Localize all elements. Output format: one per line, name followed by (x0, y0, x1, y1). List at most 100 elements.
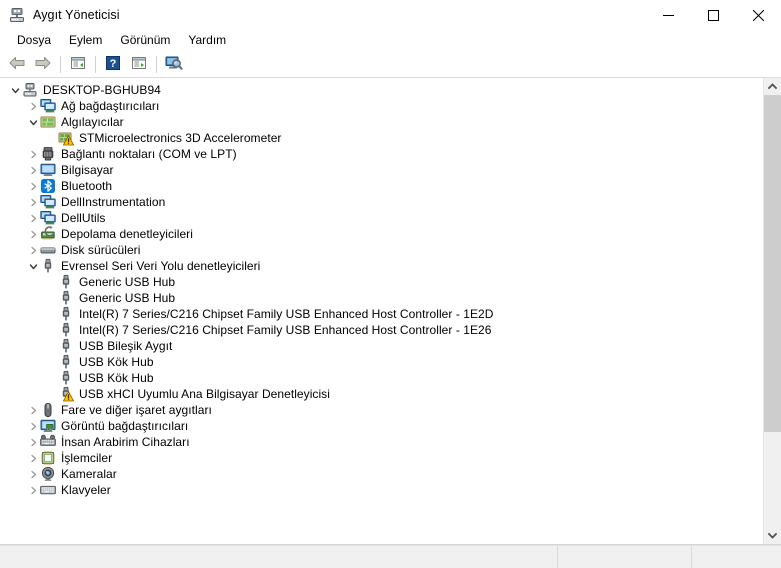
camera-icon (40, 466, 56, 482)
tree-row[interactable]: USB Kök Hub (0, 370, 763, 386)
keyboard-icon (40, 482, 56, 498)
scrollbar-thumb[interactable] (764, 95, 781, 432)
vertical-scrollbar[interactable] (763, 78, 781, 544)
scrollbar-track[interactable] (764, 95, 781, 527)
tree-row[interactable]: İşlemciler (0, 450, 763, 466)
sensor-icon (40, 114, 56, 130)
update-driver-icon (131, 55, 147, 74)
chevron-right-icon[interactable] (26, 98, 40, 114)
usb-icon (58, 338, 74, 354)
forward-button[interactable] (30, 52, 56, 76)
tree-row-label: İnsan Arabirim Cihazları (61, 435, 190, 449)
tree-row[interactable]: USB Bileşik Aygıt (0, 338, 763, 354)
tree-row[interactable]: USB Kök Hub (0, 354, 763, 370)
device-manager-icon (9, 7, 25, 23)
usb-icon (58, 306, 74, 322)
chevron-right-icon[interactable] (26, 466, 40, 482)
window-title: Aygıt Yöneticisi (33, 8, 120, 22)
tree-row[interactable]: DellUtils (0, 210, 763, 226)
chevron-right-icon[interactable] (26, 402, 40, 418)
tree-row[interactable]: Görüntü bağdaştırıcıları (0, 418, 763, 434)
tree-row[interactable]: Fare ve diğer işaret aygıtları (0, 402, 763, 418)
scroll-down-button[interactable] (764, 527, 781, 544)
scan-hardware-button[interactable] (161, 52, 187, 76)
back-arrow-icon (8, 55, 26, 74)
close-button[interactable] (736, 0, 781, 30)
chevron-right-icon[interactable] (26, 434, 40, 450)
status-bar (0, 545, 781, 568)
tree-row[interactable]: Generic USB Hub (0, 290, 763, 306)
menu-gorunum[interactable]: Görünüm (111, 32, 179, 49)
tree-row[interactable]: Intel(R) 7 Series/C216 Chipset Family US… (0, 306, 763, 322)
tree-row[interactable]: Algılayıcılar (0, 114, 763, 130)
menu-yardim[interactable]: Yardım (179, 32, 235, 49)
svg-text:?: ? (110, 58, 117, 70)
tree-row[interactable]: Klavyeler (0, 482, 763, 498)
tree-row-label: STMicroelectronics 3D Accelerometer (79, 131, 282, 145)
tree-row-label: Fare ve diğer işaret aygıtları (61, 403, 212, 417)
tree-row[interactable]: Disk sürücüleri (0, 242, 763, 258)
tree-row-label: Bluetooth (61, 179, 113, 193)
chevron-right-icon[interactable] (26, 178, 40, 194)
menu-dosya[interactable]: Dosya (8, 32, 60, 49)
device-tree[interactable]: DESKTOP-BGHUB94 Ağ bağdaştırıcıları Algıla… (0, 78, 763, 544)
tree-row-label: USB Bileşik Aygıt (79, 339, 173, 353)
chevron-right-icon[interactable] (26, 226, 40, 242)
chevron-right-icon[interactable] (26, 162, 40, 178)
maximize-button[interactable] (691, 0, 736, 30)
tree-row[interactable]: Generic USB Hub (0, 274, 763, 290)
tree-row[interactable]: Kameralar (0, 466, 763, 482)
tree-row-label: Kameralar (61, 467, 117, 481)
properties-button[interactable] (65, 52, 91, 76)
chevron-right-icon[interactable] (26, 450, 40, 466)
tree-row[interactable]: DellInstrumentation (0, 194, 763, 210)
tree-row[interactable]: İnsan Arabirim Cihazları (0, 434, 763, 450)
storage-controller-icon (40, 226, 56, 242)
tree-row[interactable]: Ağ bağdaştırıcıları (0, 98, 763, 114)
minimize-button[interactable] (646, 0, 691, 30)
chevron-right-icon[interactable] (26, 194, 40, 210)
toolbar: ? (0, 51, 781, 78)
chevron-right-icon[interactable] (26, 418, 40, 434)
tree-row[interactable]: Bilgisayar (0, 162, 763, 178)
tree-row[interactable]: Depolama denetleyicileri (0, 226, 763, 242)
network-adapter-icon (40, 98, 56, 114)
monitor-icon (40, 162, 56, 178)
chevron-right-icon[interactable] (26, 210, 40, 226)
scroll-up-button[interactable] (764, 78, 781, 95)
chevron-down-icon[interactable] (26, 114, 40, 130)
update-driver-button[interactable] (126, 52, 152, 76)
tree-row[interactable]: DESKTOP-BGHUB94 (0, 82, 763, 98)
help-button[interactable]: ? (100, 52, 126, 76)
chevron-down-icon[interactable] (8, 82, 22, 98)
tree-row[interactable]: Bluetooth (0, 178, 763, 194)
tree-row-label: DellUtils (61, 211, 106, 225)
tree-row[interactable]: Bağlantı noktaları (COM ve LPT) (0, 146, 763, 162)
chevron-right-icon[interactable] (26, 242, 40, 258)
mouse-icon (40, 402, 56, 418)
chevron-down-icon (768, 532, 777, 539)
back-button[interactable] (4, 52, 30, 76)
tree-row-label: Görüntü bağdaştırıcıları (61, 419, 189, 433)
toolbar-separator (156, 55, 157, 73)
menu-eylem[interactable]: Eylem (60, 32, 111, 49)
tree-row-label: DellInstrumentation (61, 195, 166, 209)
content-area: DESKTOP-BGHUB94 Ağ bağdaştırıcıları Algıla… (0, 78, 781, 545)
status-cell-2 (558, 546, 692, 568)
tree-row-label: Ağ bağdaştırıcıları (61, 99, 160, 113)
tree-row-label: Depolama denetleyicileri (61, 227, 193, 241)
chevron-down-icon[interactable] (26, 258, 40, 274)
network-adapter-icon (40, 210, 56, 226)
status-cell-main (0, 546, 558, 568)
computer-root-icon (22, 82, 38, 98)
chevron-right-icon[interactable] (26, 146, 40, 162)
tree-row[interactable]: STMicroelectronics 3D Accelerometer (0, 130, 763, 146)
tree-row[interactable]: Intel(R) 7 Series/C216 Chipset Family US… (0, 322, 763, 338)
tree-row[interactable]: Evrensel Seri Veri Yolu denetleyicileri (0, 258, 763, 274)
chevron-right-icon[interactable] (26, 482, 40, 498)
tree-row[interactable]: USB xHCI Uyumlu Ana Bilgisayar Denetleyi… (0, 386, 763, 402)
